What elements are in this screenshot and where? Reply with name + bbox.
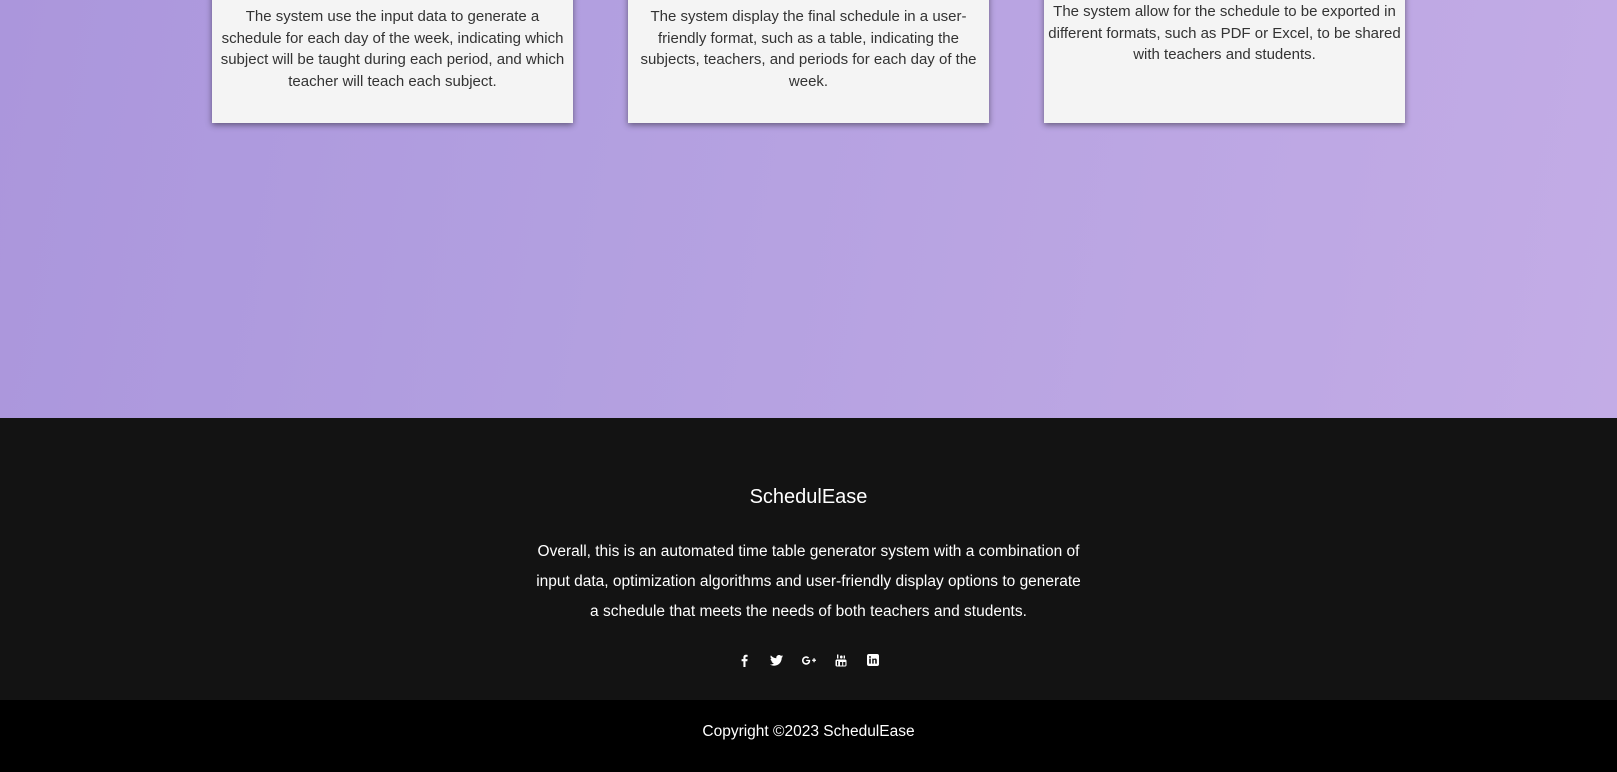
facebook-icon[interactable] (735, 650, 755, 670)
feature-card-generate: The system use the input data to generat… (212, 0, 573, 123)
page: The system use the input data to generat… (0, 0, 1617, 772)
social-links (0, 650, 1617, 670)
copyright-bar: Copyright ©2023 SchedulEase (0, 700, 1617, 772)
linkedin-icon[interactable] (863, 650, 883, 670)
feature-card-display: The system display the final schedule in… (628, 0, 989, 123)
copyright-text: Copyright ©2023 SchedulEase (702, 723, 915, 740)
footer: SchedulEase Overall, this is an automate… (0, 418, 1617, 700)
google-plus-icon[interactable] (799, 650, 819, 670)
feature-card-text: The system allow for the schedule to be … (1048, 3, 1401, 63)
twitter-icon[interactable] (767, 650, 787, 670)
feature-card-text: The system display the final schedule in… (640, 8, 977, 90)
features-section: The system use the input data to generat… (0, 0, 1617, 418)
youtube-icon[interactable] (831, 650, 851, 670)
footer-brand: SchedulEase (749, 486, 868, 508)
feature-card-text: The system use the input data to generat… (220, 8, 565, 90)
feature-card-export: The system allow for the schedule to be … (1044, 0, 1405, 123)
footer-about-text: Overall, this is an automated time table… (536, 543, 1081, 620)
